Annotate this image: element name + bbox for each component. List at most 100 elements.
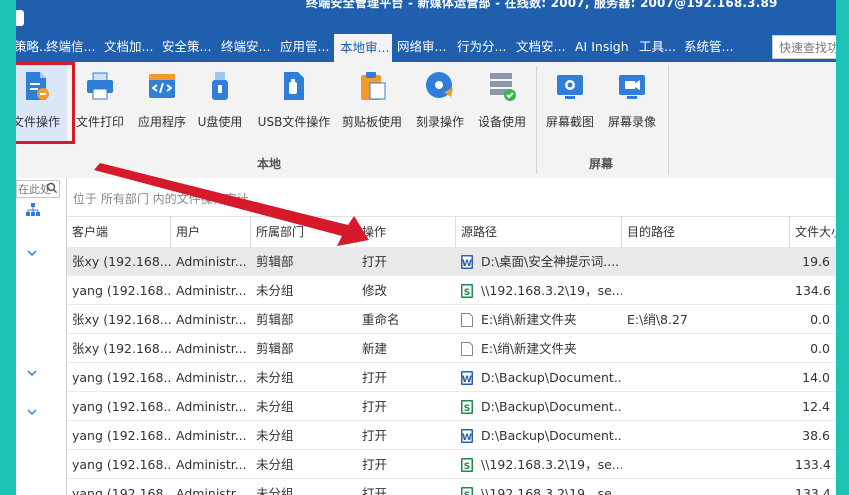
menu-doc-encryption[interactable]: 文档加... (104, 32, 153, 62)
tool-label: 剪贴板使用 (341, 115, 402, 129)
cell-file-size: 134.6 (795, 283, 831, 298)
tool-device[interactable]: 设备使用 (472, 62, 532, 154)
screenshot-icon (557, 75, 583, 99)
cell-dest-path (622, 421, 790, 450)
menu-tools[interactable]: 工具... (639, 32, 676, 62)
tool-label: 设备使用 (477, 115, 526, 129)
table-row[interactable]: yang (192.168.... Administr... 未分组 打开 W D:\Ba… (67, 421, 836, 450)
title-bar: 终端安全管理平台 - 新媒体运营部 - 在线数: 2007, 服务器: 2007… (16, 0, 836, 32)
excel-file-icon: S (461, 486, 473, 495)
cell-file-size: 133.4 (795, 486, 831, 495)
table-row[interactable]: yang (192.168.... Administr... 未分组 打开 S \\192… (67, 479, 836, 495)
menu-behavior-analysis[interactable]: 行为分... (457, 32, 506, 62)
cell-client: yang (192.168.... (72, 370, 171, 385)
window-title: 终端安全管理平台 - 新媒体运营部 - 在线数: 2007, 服务器: 2007… (306, 0, 778, 10)
cell-operation: 打开 (362, 428, 388, 443)
column-header-operation[interactable]: 操作 (357, 217, 456, 247)
column-header-source-path[interactable]: 源路径 (456, 217, 622, 247)
tool-label: USB文件操作 (257, 115, 331, 129)
cell-operation: 打开 (362, 457, 388, 472)
cell-file-size: 14.0 (802, 370, 830, 385)
svg-text:W: W (462, 375, 472, 385)
cell-client: yang (192.168.... (72, 457, 171, 472)
word-file-icon: W (461, 428, 473, 443)
cell-department: 未分组 (256, 370, 294, 385)
printer-icon (87, 72, 113, 100)
cell-operation: 打开 (362, 399, 388, 414)
cell-dest-path: E:\绡\8.27 (627, 312, 688, 327)
cell-file-size: 0.0 (810, 312, 830, 327)
table-row[interactable]: yang (192.168.... Administr... 未分组 打开 W D:\Ba… (67, 363, 836, 392)
tool-label: 屏幕截图 (545, 115, 594, 129)
device-icon (490, 73, 516, 101)
cell-client: 张xy (192.168.... (72, 341, 171, 356)
menu-ai-insight[interactable]: AI Insigh (575, 32, 629, 62)
table-row[interactable]: 张xy (192.168.... Administr... 剪辑部 重命名 E:\绡\新… (67, 305, 836, 334)
menu-terminal-security[interactable]: 终端安... (221, 32, 270, 62)
audit-table: 客户端 用户 所属部门 操作 源路径 目的路径 文件大小 张xy (192.16… (67, 217, 836, 495)
tool-application[interactable]: 应用程序 (132, 62, 192, 154)
cell-source-path: W D:\Backup\Document... (456, 421, 622, 450)
cell-source-path: S \\192.168.3.2\19，se... (456, 276, 622, 305)
tool-screenshot[interactable]: 屏幕截图 (540, 62, 600, 154)
tool-usb-drive[interactable]: U盘使用 (190, 62, 250, 154)
column-header-client[interactable]: 客户端 (67, 217, 171, 247)
usb-file-icon (284, 72, 304, 100)
table-row[interactable]: 张xy (192.168.... Administr... 剪辑部 打开 W D:\桌面\… (67, 247, 836, 276)
quick-search-input[interactable]: 快速查找功能 (772, 35, 836, 59)
clipboard-icon (361, 72, 386, 100)
source-path-text: D:\Backup\Document... (481, 399, 622, 414)
menu-terminal-info[interactable]: 终端信... (46, 32, 95, 62)
column-header-dest-path[interactable]: 目的路径 (622, 217, 790, 247)
source-path-text: E:\绡\新建文件夹 (481, 312, 577, 327)
cell-dest-path (622, 334, 790, 363)
tool-disc-burn[interactable]: 刻录操作 (410, 62, 470, 154)
cell-source-path: S D:\Backup\Document... (456, 392, 622, 421)
excel-file-icon: S (461, 399, 473, 414)
svg-text:W: W (462, 259, 472, 269)
menu-doc-security[interactable]: 文档安... (516, 32, 565, 62)
cell-department: 未分组 (256, 457, 294, 472)
table-row[interactable]: yang (192.168.... Administr... 未分组 打开 S \\192… (67, 450, 836, 479)
excel-file-icon: S (461, 457, 473, 472)
menu-security-policy[interactable]: 安全策... (162, 32, 211, 62)
column-header-department[interactable]: 所属部门 (251, 217, 357, 247)
menu-app-management[interactable]: 应用管... (280, 32, 329, 62)
chevron-down-icon[interactable] (27, 368, 37, 378)
cell-source-path: E:\绡\新建文件夹 (456, 305, 622, 334)
tool-label: 屏幕录像 (607, 115, 656, 129)
cell-operation: 修改 (362, 283, 388, 298)
cell-file-size: 133.4 (795, 457, 831, 472)
cell-client: 张xy (192.168.... (72, 312, 171, 327)
tool-file-print[interactable]: 文件打印 (70, 62, 130, 154)
cell-operation: 新建 (362, 341, 388, 356)
annotation-highlight-box (16, 62, 75, 144)
column-header-user[interactable]: 用户 (171, 217, 251, 247)
menu-system-management[interactable]: 系统管... (684, 32, 733, 62)
menu-local-audit[interactable]: 本地审... (334, 32, 392, 62)
tool-usb-file[interactable]: USB文件操作 (252, 62, 336, 154)
table-row[interactable]: 张xy (192.168.... Administr... 剪辑部 新建 E:\绡\新建… (67, 334, 836, 363)
tool-screen-record[interactable]: 屏幕录像 (602, 62, 662, 154)
search-icon[interactable] (46, 182, 58, 194)
cell-source-path: E:\绡\新建文件夹 (456, 334, 622, 363)
table-row[interactable]: yang (192.168.... Administr... 未分组 修改 S \\192… (67, 276, 836, 305)
cell-source-path: W D:\Backup\Document... (456, 363, 622, 392)
svg-text:S: S (464, 288, 470, 298)
cell-department: 剪辑部 (256, 254, 294, 269)
blank-file-icon (461, 341, 473, 356)
tool-label: 刻录操作 (415, 115, 464, 129)
chevron-down-icon[interactable] (27, 248, 37, 258)
cell-client: yang (192.168.... (72, 428, 171, 443)
table-row[interactable]: yang (192.168.... Administr... 未分组 打开 S D:\Ba… (67, 392, 836, 421)
group-label-screen: 屏幕 (589, 157, 614, 171)
cell-dest-path (622, 450, 790, 479)
org-tree-icon[interactable] (26, 203, 40, 217)
tool-clipboard[interactable]: 剪贴板使用 (340, 62, 404, 154)
column-header-file-size[interactable]: 文件大小 (790, 217, 836, 247)
cell-source-path: S \\192.168.3.2\19，se... (456, 450, 622, 479)
chevron-down-icon[interactable] (27, 407, 37, 417)
cell-department: 未分组 (256, 399, 294, 414)
menu-network-audit[interactable]: 网络审... (397, 32, 446, 62)
cell-user: Administr... (176, 341, 247, 356)
